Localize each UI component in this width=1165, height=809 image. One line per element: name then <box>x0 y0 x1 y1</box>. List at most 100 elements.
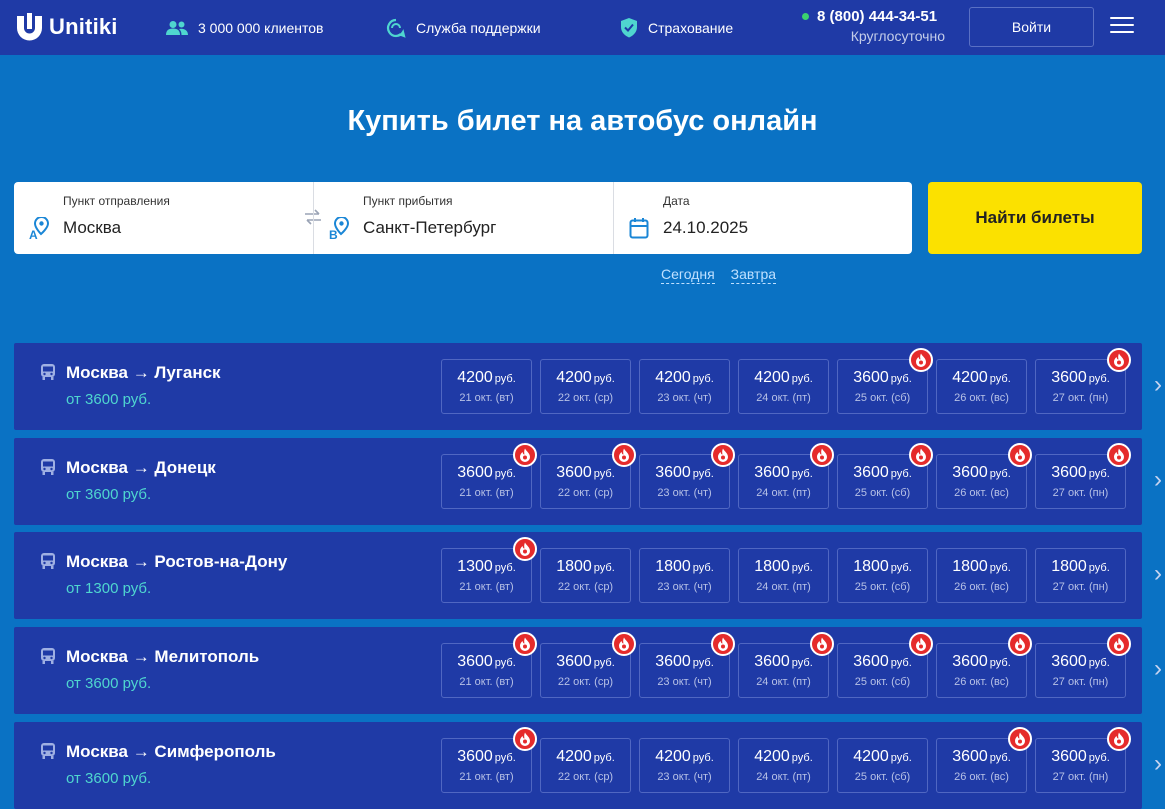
departure-input[interactable]: Москва <box>63 218 121 238</box>
cell-date: 23 окт. (чт) <box>657 581 712 593</box>
date-price-cell[interactable]: 1800 руб. 24 окт. (пт) <box>738 548 829 603</box>
currency-label: руб. <box>791 752 813 764</box>
cell-date: 27 окт. (пн) <box>1052 487 1109 499</box>
bus-icon <box>40 552 56 575</box>
cell-date: 22 окт. (ср) <box>557 581 614 593</box>
fire-icon <box>1107 348 1131 372</box>
cell-price: 1800 руб. <box>739 558 828 576</box>
route-title[interactable]: Москва → Мелитополь <box>66 647 259 667</box>
chevron-right-icon[interactable]: › <box>1154 560 1162 588</box>
date-price-cell[interactable]: 3600 руб. 23 окт. (чт) <box>639 443 735 509</box>
chevron-right-icon[interactable]: › <box>1154 466 1162 494</box>
date-price-cell[interactable]: 4200 руб. 25 окт. (сб) <box>837 738 928 793</box>
currency-label: руб. <box>494 468 516 480</box>
date-price-cell[interactable]: 1800 руб. 23 окт. (чт) <box>639 548 730 603</box>
date-price-cell[interactable]: 3600 руб. 22 окт. (ср) <box>540 632 636 698</box>
route-row[interactable]: Москва → Симферополь от 3600 руб. 3600 руб.… <box>14 722 1142 809</box>
support-link[interactable]: Служба поддержки <box>386 0 541 55</box>
date-price-cell[interactable]: 1800 руб. 25 окт. (сб) <box>837 548 928 603</box>
route-title[interactable]: Москва → Луганск <box>66 363 221 383</box>
cell-price-value: 4200 <box>853 748 889 765</box>
date-price-cell[interactable]: 3600 руб. 26 окт. (вс) <box>936 727 1032 793</box>
date-price-cell[interactable]: 3600 руб. 26 окт. (вс) <box>936 632 1032 698</box>
date-input[interactable]: 24.10.2025 <box>663 218 748 238</box>
clients-link[interactable]: 3 000 000 клиентов <box>166 0 323 55</box>
date-price-cell[interactable]: 3600 руб. 22 окт. (ср) <box>540 443 636 509</box>
cell-price: 4200 руб. <box>937 369 1026 387</box>
chevron-right-icon[interactable]: › <box>1154 371 1162 399</box>
date-price-cell[interactable]: 4200 руб. 22 окт. (ср) <box>540 359 631 414</box>
support-chat-icon <box>387 18 406 38</box>
login-button[interactable]: Войти <box>969 7 1094 47</box>
route-row[interactable]: Москва → Луганск от 3600 руб. 4200 руб. 21 о… <box>14 343 1142 430</box>
online-dot-icon <box>802 13 809 20</box>
bus-icon <box>40 458 56 481</box>
find-tickets-button[interactable]: Найти билеты <box>928 182 1142 254</box>
date-price-cell[interactable]: 3600 руб. 25 окт. (сб) <box>837 348 933 414</box>
tomorrow-link[interactable]: Завтра <box>730 266 777 284</box>
cell-date: 21 окт. (вт) <box>459 676 514 688</box>
route-title[interactable]: Москва → Симферополь <box>66 742 276 762</box>
date-price-cell[interactable]: 4200 руб. 21 окт. (вт) <box>441 359 532 414</box>
route-title[interactable]: Москва → Ростов-на-Дону <box>66 552 287 572</box>
cell-price-value: 3600 <box>754 653 790 670</box>
currency-label: руб. <box>989 752 1011 764</box>
route-row[interactable]: Москва → Ростов-на-Дону от 1300 руб. 1300 р… <box>14 532 1142 619</box>
date-field[interactable]: Дата 24.10.2025 <box>613 182 912 254</box>
date-price-cell[interactable]: 3600 руб. 24 окт. (пт) <box>738 443 834 509</box>
cell-price: 3600 руб. <box>937 653 1026 671</box>
date-price-cell[interactable]: 3600 руб. 25 окт. (сб) <box>837 632 933 698</box>
route-row[interactable]: Москва → Мелитополь от 3600 руб. 3600 руб. 2… <box>14 627 1142 714</box>
date-price-cell[interactable]: 3600 руб. 26 окт. (вс) <box>936 443 1032 509</box>
cell-price-value: 3600 <box>952 464 988 481</box>
cell-date: 24 окт. (пт) <box>756 487 811 499</box>
logo-text: Unitiki <box>49 14 118 39</box>
date-price-cell[interactable]: 3600 руб. 21 окт. (вт) <box>441 727 537 793</box>
cell-price-value: 1300 <box>457 558 493 575</box>
date-price-cell[interactable]: 1300 руб. 21 окт. (вт) <box>441 537 537 603</box>
date-price-cell[interactable]: 1800 руб. 26 окт. (вс) <box>936 548 1027 603</box>
date-price-cell[interactable]: 3600 руб. 25 окт. (сб) <box>837 443 933 509</box>
date-price-cell[interactable]: 3600 руб. 27 окт. (пн) <box>1035 443 1131 509</box>
route-title[interactable]: Москва → Донецк <box>66 458 216 478</box>
date-price-cell[interactable]: 3600 руб. 21 окт. (вт) <box>441 632 537 698</box>
arrival-field[interactable]: B Пункт прибытия Санкт-Петербург <box>313 182 613 254</box>
cell-date: 25 окт. (сб) <box>854 487 911 499</box>
arrival-input[interactable]: Санкт-Петербург <box>363 218 496 238</box>
cell-price-value: 3600 <box>853 464 889 481</box>
logo-icon <box>17 13 42 41</box>
date-price-cell[interactable]: 3600 руб. 27 окт. (пн) <box>1035 632 1131 698</box>
date-price-cell[interactable]: 3600 руб. 21 окт. (вт) <box>441 443 537 509</box>
date-label: Дата <box>663 194 690 208</box>
date-price-cell[interactable]: 4200 руб. 26 окт. (вс) <box>936 359 1027 414</box>
date-price-cell[interactable]: 4200 руб. 23 окт. (чт) <box>639 359 730 414</box>
phone-number[interactable]: 8 (800) 444-34-51 <box>802 8 945 25</box>
chevron-right-icon[interactable]: › <box>1154 655 1162 683</box>
insurance-link[interactable]: Страхование <box>620 0 733 55</box>
route-row[interactable]: Москва → Донецк от 3600 руб. 3600 руб. 21 ок… <box>14 438 1142 525</box>
date-price-cell[interactable]: 3600 руб. 24 окт. (пт) <box>738 632 834 698</box>
cell-price: 1800 руб. <box>838 558 927 576</box>
date-price-cell[interactable]: 4200 руб. 22 окт. (ср) <box>540 738 631 793</box>
currency-label: руб. <box>989 562 1011 574</box>
departure-field[interactable]: A Пункт отправления Москва <box>14 182 313 254</box>
date-price-cell[interactable]: 3600 руб. 23 окт. (чт) <box>639 632 735 698</box>
currency-label: руб. <box>494 657 516 669</box>
date-price-cell[interactable]: 3600 руб. 27 окт. (пн) <box>1035 727 1131 793</box>
date-price-cell[interactable]: 4200 руб. 23 окт. (чт) <box>639 738 730 793</box>
cell-date: 25 окт. (сб) <box>854 771 911 783</box>
date-price-cell[interactable]: 4200 руб. 24 окт. (пт) <box>738 359 829 414</box>
fire-icon <box>513 632 537 656</box>
today-link[interactable]: Сегодня <box>661 266 715 284</box>
cell-price-value: 1800 <box>556 558 592 575</box>
currency-label: руб. <box>989 373 1011 385</box>
currency-label: руб. <box>1088 657 1110 669</box>
chevron-right-icon[interactable]: › <box>1154 750 1162 778</box>
date-price-cell[interactable]: 1800 руб. 22 окт. (ср) <box>540 548 631 603</box>
date-price-cell[interactable]: 1800 руб. 27 окт. (пн) <box>1035 548 1126 603</box>
logo[interactable]: Unitiki <box>15 13 118 41</box>
hamburger-menu-icon[interactable] <box>1110 17 1134 37</box>
page-title: Купить билет на автобус онлайн <box>347 105 818 137</box>
date-price-cell[interactable]: 4200 руб. 24 окт. (пт) <box>738 738 829 793</box>
date-price-cell[interactable]: 3600 руб. 27 окт. (пн) <box>1035 348 1131 414</box>
